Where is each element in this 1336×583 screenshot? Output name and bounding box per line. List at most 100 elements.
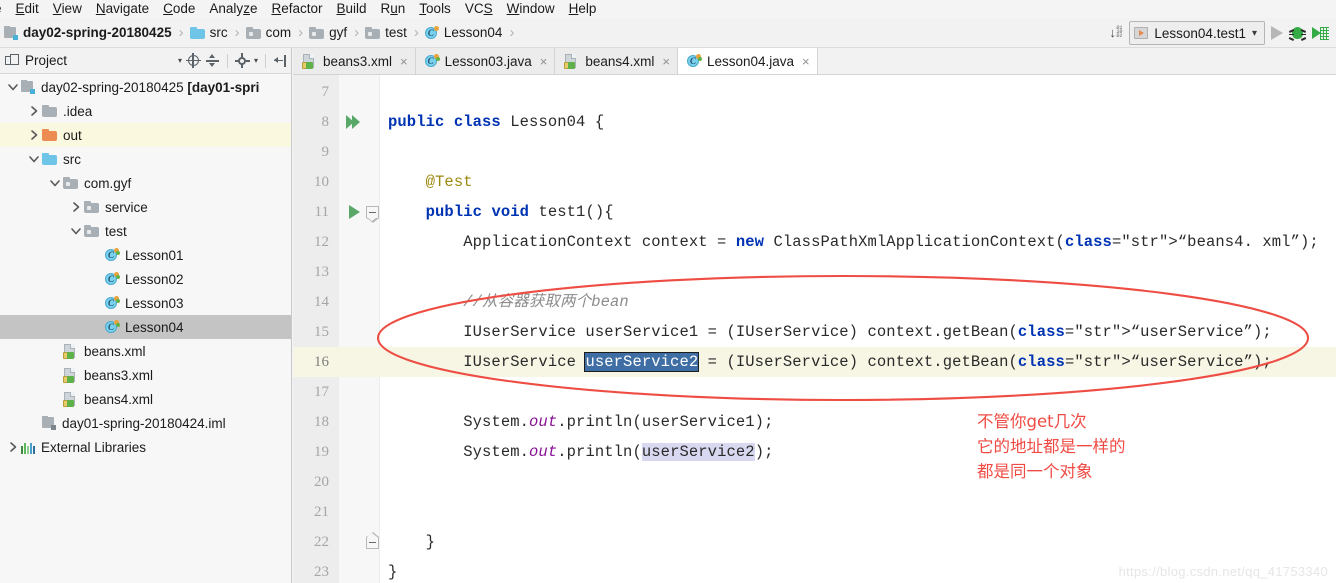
toolbar-divider: [226, 53, 228, 68]
sort-toggle-icon[interactable]: ↓ 01 10 01: [1109, 25, 1123, 41]
locate-target-icon[interactable]: [185, 53, 201, 68]
red-note-annotation: 不管你get几次 它的地址都是一样的 都是同一个对象: [977, 412, 1126, 481]
debug-button[interactable]: [1288, 26, 1307, 41]
gutter-icons-rail: [339, 75, 380, 583]
menu-item-run[interactable]: Run: [374, 0, 413, 18]
editor-tab-lesson04-java[interactable]: C Lesson04.java ×: [677, 48, 818, 74]
run-with-coverage-button[interactable]: [1312, 26, 1330, 41]
folder-package-icon: [84, 201, 99, 213]
collapse-all-icon[interactable]: [205, 53, 220, 68]
line-number: 23: [314, 564, 329, 580]
menu-item-navigate[interactable]: Navigate: [89, 0, 156, 18]
chevron-down-icon[interactable]: [69, 224, 83, 238]
java-class-icon: C: [105, 296, 120, 310]
breadcrumb-item-lesson04[interactable]: C Lesson04: [423, 25, 505, 40]
menu-item-analyze[interactable]: Analyze: [202, 0, 264, 18]
chevron-down-icon[interactable]: ▾: [178, 53, 182, 69]
folder-package-icon: [309, 26, 325, 39]
breadcrumb-item-test[interactable]: test: [363, 25, 409, 40]
code-fold-toggle[interactable]: [365, 197, 379, 227]
tree-item-label: Lesson03: [125, 295, 184, 311]
chevron-right-icon[interactable]: [27, 104, 41, 118]
menu-item-edit[interactable]: Edit: [9, 0, 46, 18]
chevron-right-icon[interactable]: [69, 200, 83, 214]
tree-item-lesson02[interactable]: C Lesson02: [0, 267, 291, 291]
tree-item-beans3-xml[interactable]: beans3.xml: [0, 363, 291, 387]
chevron-right-icon[interactable]: [27, 128, 41, 142]
breadcrumb-item-module[interactable]: day02-spring-20180425: [2, 25, 174, 40]
project-panel-header: Project ▾ ▾: [0, 48, 291, 74]
run-button[interactable]: [1271, 26, 1283, 40]
line-number: 10: [314, 174, 329, 190]
tree-item-day01-spring-20180424-iml[interactable]: day01-spring-20180424.iml: [0, 411, 291, 435]
menu-item-code[interactable]: Code: [156, 0, 202, 18]
code-line-text: public void test1(){: [425, 203, 614, 221]
menu-item-view[interactable]: View: [46, 0, 89, 18]
chevron-right-icon[interactable]: [6, 440, 20, 454]
tree-item-out[interactable]: out: [0, 123, 291, 147]
tree-item-label: beans.xml: [84, 343, 146, 359]
run-configuration-selector[interactable]: Lesson04.test1 ▾: [1129, 21, 1265, 45]
tree-item-src[interactable]: src: [0, 147, 291, 171]
close-icon[interactable]: ×: [540, 55, 548, 68]
hide-panel-icon[interactable]: [273, 54, 287, 68]
gear-icon[interactable]: [234, 53, 250, 68]
tree-item-lesson01[interactable]: C Lesson01: [0, 243, 291, 267]
tree-item-service[interactable]: service: [0, 195, 291, 219]
breadcrumb-separator: ›: [178, 24, 184, 41]
code-line-text: public class Lesson04 {: [388, 113, 605, 131]
menu-item-build[interactable]: Build: [329, 0, 373, 18]
project-panel-toolbar: ▾ ▾: [178, 53, 287, 69]
line-number: 17: [314, 384, 329, 400]
menu-item-help[interactable]: Help: [562, 0, 604, 18]
chevron-down-icon[interactable]: [6, 80, 20, 94]
gear-chevron-icon[interactable]: ▾: [254, 53, 258, 69]
close-icon[interactable]: ×: [802, 55, 810, 68]
folder-orange-icon: [42, 129, 57, 141]
menu-item-file[interactable]: e: [0, 0, 9, 18]
menu-item-tools[interactable]: Tools: [412, 0, 458, 18]
close-icon[interactable]: ×: [662, 55, 670, 68]
tree-item-day02-spring-20180425[interactable]: day02-spring-20180425 [day01-spri: [0, 75, 291, 99]
editor-tab-lesson03-java[interactable]: C Lesson03.java ×: [415, 48, 556, 74]
tree-item-beans-xml[interactable]: beans.xml: [0, 339, 291, 363]
tree-item-label: Lesson02: [125, 271, 184, 287]
tree-item-external-libraries[interactable]: External Libraries: [0, 435, 291, 459]
code-editor[interactable]: 7 8 public class Lesson04 {9 10 @Test 11 pub…: [293, 75, 1336, 583]
tree-twist-spacer: [90, 272, 104, 286]
menu-item-refactor[interactable]: Refactor: [264, 0, 329, 18]
tree-twist-spacer: [27, 416, 41, 430]
breadcrumb-item-gyf[interactable]: gyf: [307, 25, 349, 40]
fold-rail-divider: [379, 75, 380, 583]
editor-tab-label: beans4.xml: [585, 53, 655, 69]
tree-item-idea[interactable]: .idea: [0, 99, 291, 123]
breadcrumb-item-src[interactable]: src: [188, 25, 230, 40]
run-all-tests-icon[interactable]: [345, 107, 363, 137]
run-test-method-icon[interactable]: [345, 197, 363, 227]
breadcrumb-separator: ›: [354, 24, 360, 41]
run-config-icon: [1134, 27, 1149, 39]
tree-item-label: External Libraries: [41, 439, 147, 455]
tree-item-lesson04[interactable]: C Lesson04: [0, 315, 291, 339]
tree-item-beans4-xml[interactable]: beans4.xml: [0, 387, 291, 411]
menu-item-window[interactable]: Window: [500, 0, 562, 18]
chevron-down-icon[interactable]: [48, 176, 62, 190]
editor-tab-beans4-xml[interactable]: beans4.xml ×: [555, 48, 678, 74]
code-fold-toggle[interactable]: [365, 527, 379, 557]
close-icon[interactable]: ×: [400, 55, 408, 68]
editor-area: beans3.xml × C Lesson03.java × beans4.xml × C Le…: [293, 48, 1336, 583]
tree-item-label: src: [63, 151, 81, 167]
tree-item-lesson03[interactable]: C Lesson03: [0, 291, 291, 315]
tree-item-test[interactable]: test: [0, 219, 291, 243]
code-line-text: }: [388, 563, 398, 581]
breadcrumb-separator: ›: [509, 24, 515, 41]
chevron-down-icon[interactable]: [27, 152, 41, 166]
tree-item-com-gyf[interactable]: com.gyf: [0, 171, 291, 195]
java-class-icon: C: [105, 320, 120, 334]
editor-tab-beans3-xml[interactable]: beans3.xml ×: [293, 48, 416, 74]
breadcrumb-item-com[interactable]: com: [244, 25, 294, 40]
menu-item-vcs[interactable]: VCS: [458, 0, 500, 18]
breadcrumb-label: Lesson04: [443, 25, 503, 40]
module-icon: [21, 80, 35, 94]
tree-item-label: .idea: [63, 103, 93, 119]
